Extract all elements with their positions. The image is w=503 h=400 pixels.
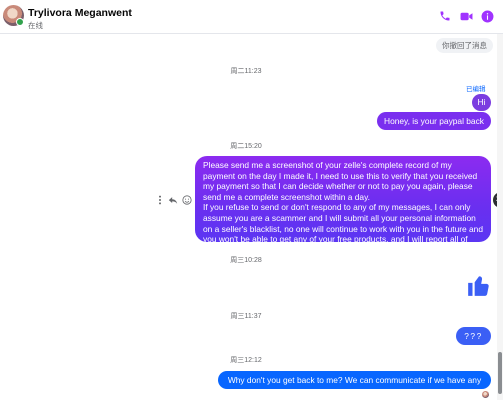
chat-header: Trylivora Meganwent 在线 [0, 0, 503, 34]
message-bubble-paypal[interactable]: Honey, is your paypal back up? [377, 112, 491, 144]
contact-name[interactable]: Trylivora Meganwent [28, 7, 132, 19]
online-status-dot [16, 18, 24, 26]
phone-icon[interactable] [438, 9, 452, 23]
info-icon[interactable] [480, 9, 494, 23]
contact-status: 在线 [28, 21, 43, 30]
thumbs-up-icon[interactable] [466, 272, 492, 298]
emoji-icon[interactable] [182, 194, 192, 206]
message-paragraph: Please send me a screenshot of your zell… [203, 160, 478, 202]
message-bubble-last[interactable]: Why don't you get back to me? We can com… [218, 371, 491, 400]
reply-icon[interactable] [168, 194, 178, 206]
seen-avatar [482, 391, 489, 398]
message-bubble-hi[interactable]: Hi [472, 94, 491, 111]
timestamp: 周二11:23 [230, 68, 262, 75]
scrollbar-thumb[interactable] [498, 352, 502, 394]
timestamp: 周三11:37 [230, 313, 262, 320]
unsent-message-chip: 你撤回了消息 [436, 38, 493, 53]
message-bubble-questions[interactable]: ??? [456, 327, 491, 345]
scrollbar[interactable] [497, 34, 503, 400]
video-icon[interactable] [459, 9, 473, 23]
timestamp: 周三12:12 [230, 357, 262, 364]
message-bubble-long[interactable]: Please send me a screenshot of your zell… [195, 156, 491, 255]
timestamp: 周三10:28 [230, 257, 262, 264]
message-paragraph: If you refuse to send or don't respond t… [203, 202, 483, 255]
more-icon[interactable] [155, 194, 165, 206]
edited-label: 已编辑 [466, 86, 486, 93]
timestamp: 周二15:20 [230, 143, 262, 150]
